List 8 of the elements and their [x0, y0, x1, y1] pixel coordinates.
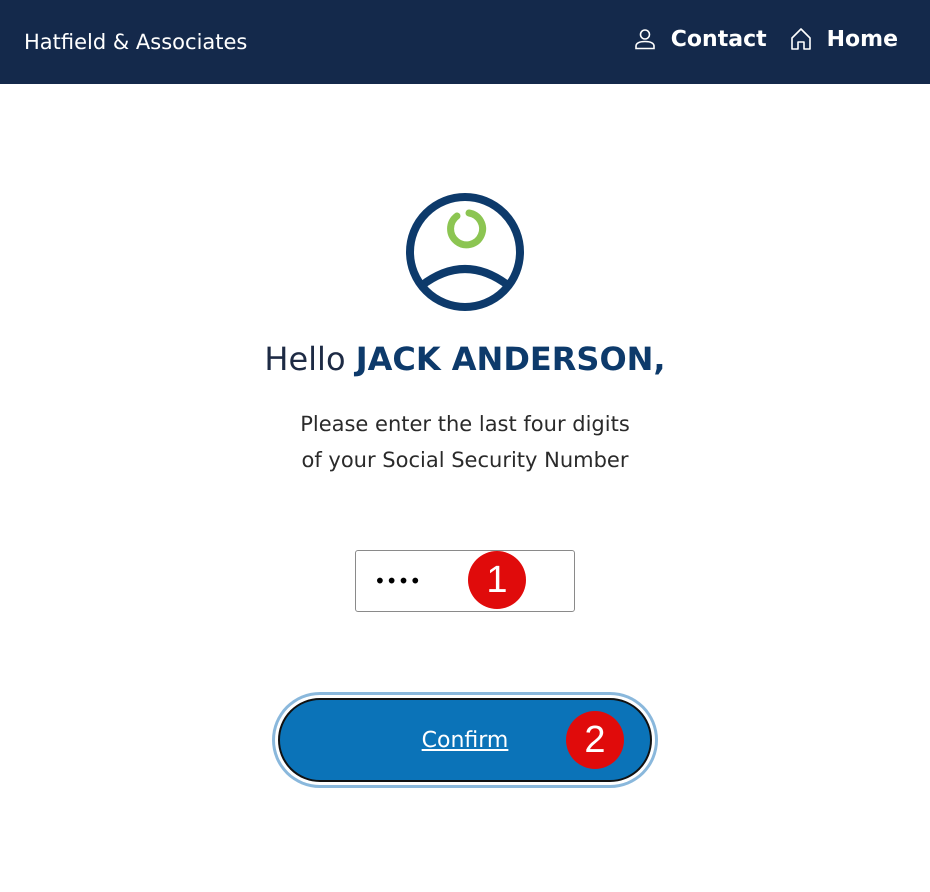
nav-link[interactable]: Home: [788, 26, 898, 52]
person-icon: [632, 27, 657, 51]
nav-link[interactable]: Contact: [632, 26, 767, 52]
greeting-heading: Hello JACK ANDERSON,: [264, 340, 666, 378]
home-icon: [788, 27, 813, 51]
user-avatar-icon: [405, 192, 525, 312]
instruction-text: Please enter the last four digits of your Social Security Number: [300, 411, 630, 474]
brand-name: Hatfield & Associates: [24, 30, 248, 54]
